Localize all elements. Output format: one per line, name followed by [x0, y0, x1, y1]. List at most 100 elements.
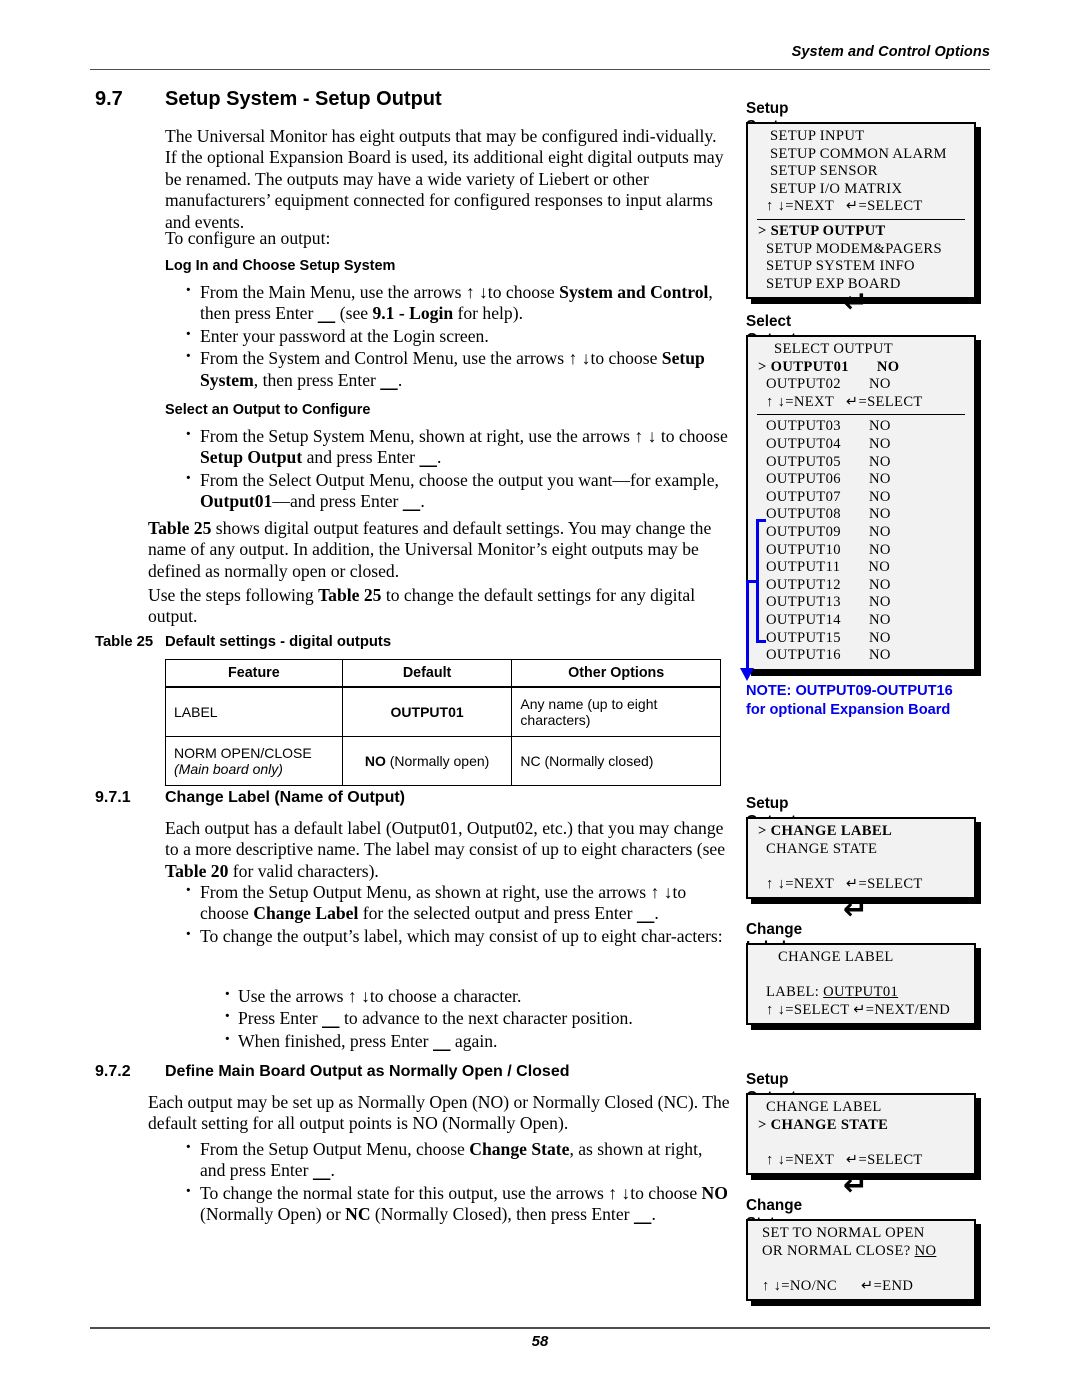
- lcd-prompt-prefix: OR NORMAL CLOSE?: [758, 1242, 915, 1259]
- footer-rule: [90, 1327, 990, 1329]
- list-item: From the Main Menu, use the arrows ↑ ↓to…: [180, 280, 730, 325]
- lcd-line-nav: ↑ ↓=NEXT ↵=SELECT: [758, 875, 923, 892]
- list-item: Press Enter ⎽ to advance to the next cha…: [218, 1006, 728, 1029]
- page-number: 58: [531, 1333, 549, 1350]
- running-head: System and Control Options: [791, 44, 990, 60]
- bullets-select-output: From the Setup System Menu, shown at rig…: [180, 424, 732, 514]
- lcd-line: SETUP INPUT: [758, 128, 865, 144]
- subbullets-971: Use the arrows ↑ ↓to choose a character.…: [218, 984, 728, 1053]
- lcd-line: SETUP I/O MATRIX: [758, 180, 903, 197]
- lcd-change-label: CHANGE LABEL LABEL: OUTPUT01 ↑ ↓=SELECT …: [746, 943, 976, 1026]
- lcd-label-value: OUTPUT01: [823, 984, 899, 1001]
- para-use-steps: Use the steps following Table 25 to chan…: [148, 585, 696, 627]
- section-97-number: 9.7: [95, 88, 123, 110]
- table-header-row: Feature Default Other Options: [165, 659, 721, 688]
- bullets-971: From the Setup Output Menu, as shown at …: [180, 880, 732, 948]
- list-item: To change the normal state for this outp…: [180, 1181, 732, 1226]
- lcd-line-selected: > OUTPUT01 NO: [758, 358, 900, 375]
- lcd-line: OUTPUT15 NO: [758, 629, 891, 646]
- cell-feature: NORM OPEN/CLOSE (Main board only): [165, 736, 343, 786]
- para-table-intro: Table 25 shows digital output features a…: [148, 518, 712, 581]
- lcd-line: CHANGE LABEL: [758, 949, 894, 965]
- bracket-arrow-icon: [740, 668, 754, 681]
- lcd-line-nav: ↑ ↓=NEXT ↵=SELECT: [758, 393, 923, 410]
- list-item: Use the arrows ↑ ↓to choose a character.: [218, 984, 728, 1007]
- cell-feature: LABEL: [165, 686, 343, 737]
- bullets-log-in: From the Main Menu, use the arrows ↑ ↓to…: [180, 280, 730, 392]
- lcd-scroll-divider: [757, 218, 965, 220]
- table-caption-label: Table 25: [95, 634, 154, 650]
- section-97-title: Setup System - Setup Output: [165, 88, 442, 110]
- lcd-line: OUTPUT10 NO: [758, 541, 891, 558]
- lcd-line: SETUP COMMON ALARM: [758, 145, 947, 162]
- section-97-intro: The Universal Monitor has eight outputs …: [165, 126, 724, 232]
- lcd-blank-line: [748, 1134, 974, 1152]
- lcd-line: SETUP SENSOR: [758, 163, 878, 180]
- list-item: From the Select Output Menu, choose the …: [180, 468, 732, 513]
- cell-default: NO (Normally open): [341, 736, 513, 786]
- lcd-select-output-menu: SELECT OUTPUT > OUTPUT01 NO OUTPUT02 NO …: [746, 335, 976, 671]
- subheading-select-output: Select an Output to Configure: [165, 402, 371, 418]
- lcd-line-prompt: OR NORMAL CLOSE? NO: [748, 1243, 974, 1261]
- lcd-line: CHANGE LABEL: [758, 1099, 882, 1115]
- bracket-bottom-tick: [756, 640, 766, 643]
- header-rule: [90, 69, 990, 70]
- lcd-setup-output-menu-label: > CHANGE LABEL CHANGE STATE ↑ ↓=NEXT ↵=S…: [746, 817, 976, 900]
- section-971-number: 9.7.1: [95, 789, 131, 806]
- col-header-default: Default: [341, 659, 513, 688]
- lcd-line-nav: ↑ ↓=SELECT ↵=NEXT/END: [758, 1001, 951, 1018]
- lcd-line-label: LABEL: OUTPUT01: [748, 984, 974, 1002]
- lcd-line-nav: ↑ ↓=NEXT ↵=SELECT: [758, 198, 923, 215]
- lcd-line: OUTPUT13 NO: [758, 594, 891, 611]
- lcd-setup-output-menu-state: CHANGE LABEL > CHANGE STATE ↑ ↓=NEXT ↵=S…: [746, 1093, 976, 1176]
- lcd-label-prefix: LABEL:: [758, 984, 824, 1001]
- table-caption-text: Default settings - digital outputs: [165, 634, 392, 650]
- lcd-line: SELECT OUTPUT: [758, 341, 893, 357]
- to-configure-line: To configure an output:: [165, 228, 331, 248]
- table-caption: Table 25 Default settings - digital outpu…: [95, 634, 391, 650]
- lcd-line-nav: ↑ ↓=NEXT ↵=SELECT: [758, 1151, 923, 1168]
- cell-default-bold: OUTPUT01: [390, 704, 464, 720]
- cell-other-options: NC (Normally closed): [511, 736, 721, 786]
- col-header-other-options: Other Options: [511, 659, 721, 688]
- lcd-blank-line: [748, 858, 974, 876]
- list-item: From the Setup System Menu, shown at rig…: [180, 424, 732, 469]
- cell-feature-main: NORM OPEN/CLOSE: [174, 745, 312, 761]
- cell-default: OUTPUT01: [341, 686, 513, 737]
- enter-arrow-icon: ↵: [843, 1168, 869, 1203]
- lcd-blank-line: [748, 967, 974, 985]
- section-971-title: Change Label (Name of Output): [165, 789, 405, 806]
- lcd-line-selected: > CHANGE STATE: [758, 1116, 889, 1133]
- section-972-number: 9.7.2: [95, 1063, 131, 1080]
- list-item: From the Setup Output Menu, choose Chang…: [180, 1137, 732, 1182]
- lcd-blank-line: [748, 1260, 974, 1278]
- list-item: To change the output’s label, which may …: [180, 924, 732, 947]
- lcd-line: OUTPUT12 NO: [758, 576, 891, 593]
- note-expansion-board: NOTE: OUTPUT09-OUTPUT16 for optional Exp…: [746, 683, 953, 718]
- lcd-line: OUTPUT09 NO: [758, 523, 891, 540]
- lcd-line: OUTPUT05 NO: [758, 453, 891, 470]
- section-971-para: Each output has a default label (Output0…: [165, 818, 726, 881]
- cell-feature-sub: (Main board only): [174, 761, 283, 777]
- list-item: From the Setup Output Menu, as shown at …: [180, 880, 732, 925]
- lcd-line: OUTPUT04 NO: [758, 435, 891, 452]
- cell-default-bold: NO: [364, 753, 386, 769]
- table-row: NORM OPEN/CLOSE (Main board only) NO (Nor…: [165, 736, 721, 786]
- lcd-line: OUTPUT03 NO: [758, 418, 891, 435]
- table-default-settings: Feature Default Other Options LABEL OUTP…: [165, 659, 721, 786]
- lcd-scroll-divider: [757, 414, 965, 416]
- list-item: Enter your password at the Login screen.: [180, 324, 730, 347]
- lcd-change-state: SET TO NORMAL OPEN OR NORMAL CLOSE? NO ↑…: [746, 1219, 976, 1302]
- cell-other-options: Any name (up to eight characters): [511, 686, 721, 737]
- lcd-line: OUTPUT14 NO: [758, 611, 891, 628]
- lcd-line-selected: > CHANGE LABEL: [758, 823, 893, 839]
- manual-page: System and Control Options 9.7 Setup Sys…: [0, 0, 1080, 1397]
- cell-default-rest: (Normally open): [385, 753, 490, 769]
- enter-arrow-icon: ↵: [843, 892, 869, 927]
- lcd-line: SETUP SYSTEM INFO: [758, 258, 915, 275]
- list-item: When finished, press Enter ⎽ again.: [218, 1029, 728, 1052]
- lcd-line-nav: ↑ ↓=NO/NC ↵=END: [758, 1277, 914, 1294]
- table-row: LABEL OUTPUT01 Any name (up to eight cha…: [165, 686, 721, 737]
- lcd-line-selected: > SETUP OUTPUT: [758, 222, 886, 239]
- lcd-line: SET TO NORMAL OPEN: [758, 1225, 925, 1241]
